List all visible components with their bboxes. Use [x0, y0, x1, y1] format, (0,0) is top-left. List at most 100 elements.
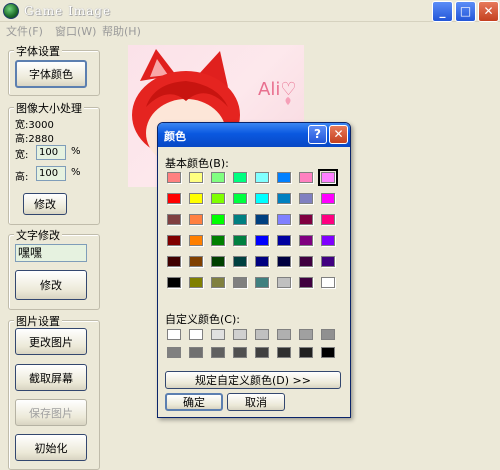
custom-color-swatch[interactable]: [255, 347, 269, 358]
capture-screen-button[interactable]: 截取屏幕: [15, 364, 87, 391]
custom-color-swatch[interactable]: [321, 329, 335, 340]
basic-color-swatch[interactable]: [167, 193, 181, 204]
help-icon: ?: [314, 127, 321, 141]
window-title: Game Image: [24, 4, 112, 18]
custom-color-swatch[interactable]: [321, 347, 335, 358]
color-dialog: 颜色 ? ✕ 基本颜色(B): 自定义颜色(C): 规定自定义颜色(D) >> …: [157, 122, 351, 418]
custom-color-swatch[interactable]: [167, 347, 181, 358]
basic-color-swatch[interactable]: [321, 277, 335, 288]
basic-color-swatch[interactable]: [211, 277, 225, 288]
basic-color-swatch[interactable]: [189, 235, 203, 246]
basic-color-swatch[interactable]: [277, 235, 291, 246]
custom-color-swatch[interactable]: [233, 347, 247, 358]
basic-color-swatch[interactable]: [167, 172, 181, 183]
maximize-icon: □: [459, 4, 472, 18]
custom-color-swatch[interactable]: [233, 329, 247, 340]
resize-group-label: 图像大小处理: [14, 100, 84, 116]
basic-color-swatch[interactable]: [211, 256, 225, 267]
height-percent-input[interactable]: 100: [36, 166, 66, 181]
basic-color-swatch[interactable]: [233, 277, 247, 288]
basic-color-swatch[interactable]: [299, 193, 313, 204]
basic-color-swatch[interactable]: [299, 256, 313, 267]
basic-color-swatch[interactable]: [299, 172, 313, 183]
basic-color-swatch[interactable]: [277, 214, 291, 225]
image-width-text: 宽:3000: [15, 120, 54, 131]
basic-color-swatch[interactable]: [299, 214, 313, 225]
dialog-close-icon: ✕: [333, 127, 344, 141]
basic-color-swatch[interactable]: [255, 277, 269, 288]
globe-app-icon: [3, 3, 19, 19]
text-edit-input[interactable]: 嘿嘿: [15, 244, 87, 262]
basic-color-swatch[interactable]: [189, 172, 203, 183]
basic-color-swatch[interactable]: [321, 214, 335, 225]
basic-color-swatch[interactable]: [233, 214, 247, 225]
close-button[interactable]: ✕: [478, 1, 499, 22]
basic-color-swatch[interactable]: [167, 214, 181, 225]
ok-button[interactable]: 确定: [165, 393, 223, 411]
title-bar[interactable]: Game Image _ □ ✕: [0, 0, 500, 22]
app-window: Game Image _ □ ✕ 文件(F) 窗口(W) 帮助(H) 字体设置 …: [0, 0, 500, 470]
cancel-button[interactable]: 取消: [227, 393, 285, 411]
basic-color-swatch[interactable]: [189, 193, 203, 204]
menu-help[interactable]: 帮助(H): [102, 23, 141, 39]
menu-window[interactable]: 窗口(W): [55, 23, 96, 39]
basic-color-swatch[interactable]: [255, 193, 269, 204]
custom-color-swatch[interactable]: [299, 329, 313, 340]
basic-color-swatch[interactable]: [211, 214, 225, 225]
color-dialog-title: 颜色: [164, 130, 186, 143]
basic-color-swatch[interactable]: [233, 172, 247, 183]
custom-color-swatch[interactable]: [189, 347, 203, 358]
custom-color-swatch[interactable]: [299, 347, 313, 358]
custom-color-swatch[interactable]: [211, 329, 225, 340]
basic-color-swatch[interactable]: [255, 235, 269, 246]
basic-color-swatch[interactable]: [255, 256, 269, 267]
basic-color-swatch[interactable]: [211, 193, 225, 204]
basic-color-swatch[interactable]: [277, 256, 291, 267]
width-percent-input[interactable]: 100: [36, 145, 66, 160]
basic-color-swatch[interactable]: [277, 172, 291, 183]
basic-color-swatch[interactable]: [233, 256, 247, 267]
basic-color-swatch[interactable]: [318, 169, 338, 186]
custom-color-swatch[interactable]: [277, 347, 291, 358]
minimize-icon: _: [439, 4, 446, 18]
text-modify-button[interactable]: 修改: [15, 270, 87, 300]
basic-color-swatch[interactable]: [255, 172, 269, 183]
basic-color-swatch[interactable]: [167, 235, 181, 246]
basic-color-swatch[interactable]: [189, 214, 203, 225]
basic-color-swatch[interactable]: [321, 256, 335, 267]
define-custom-colors-button[interactable]: 规定自定义颜色(D) >>: [165, 371, 341, 389]
font-color-button[interactable]: 字体颜色: [15, 60, 87, 88]
resize-modify-button[interactable]: 修改: [23, 193, 67, 215]
basic-color-swatch[interactable]: [211, 172, 225, 183]
basic-color-swatch[interactable]: [189, 277, 203, 288]
custom-color-swatch[interactable]: [189, 329, 203, 340]
basic-color-swatch[interactable]: [277, 277, 291, 288]
basic-color-swatch[interactable]: [189, 256, 203, 267]
minimize-button[interactable]: _: [432, 1, 453, 22]
change-image-button[interactable]: 更改图片: [15, 328, 87, 355]
dialog-close-button[interactable]: ✕: [329, 125, 348, 144]
custom-color-swatch[interactable]: [255, 329, 269, 340]
save-image-button[interactable]: 保存图片: [15, 399, 87, 426]
basic-color-swatch[interactable]: [255, 214, 269, 225]
basic-color-swatch[interactable]: [167, 277, 181, 288]
basic-color-swatch[interactable]: [321, 193, 335, 204]
color-dialog-titlebar[interactable]: 颜色 ? ✕: [158, 123, 350, 147]
custom-colors-label: 自定义颜色(C):: [165, 313, 240, 326]
initialize-button[interactable]: 初始化: [15, 434, 87, 461]
basic-color-swatch[interactable]: [299, 235, 313, 246]
basic-color-swatch[interactable]: [211, 235, 225, 246]
custom-color-swatch[interactable]: [277, 329, 291, 340]
custom-color-swatch[interactable]: [211, 347, 225, 358]
basic-color-swatch[interactable]: [277, 193, 291, 204]
width-unit: %: [71, 146, 81, 157]
menu-file[interactable]: 文件(F): [6, 23, 43, 39]
help-button[interactable]: ?: [308, 125, 327, 144]
custom-color-swatch[interactable]: [167, 329, 181, 340]
basic-color-swatch[interactable]: [299, 277, 313, 288]
basic-color-swatch[interactable]: [233, 193, 247, 204]
basic-color-swatch[interactable]: [167, 256, 181, 267]
basic-color-swatch[interactable]: [233, 235, 247, 246]
maximize-button[interactable]: □: [455, 1, 476, 22]
basic-color-swatch[interactable]: [321, 235, 335, 246]
